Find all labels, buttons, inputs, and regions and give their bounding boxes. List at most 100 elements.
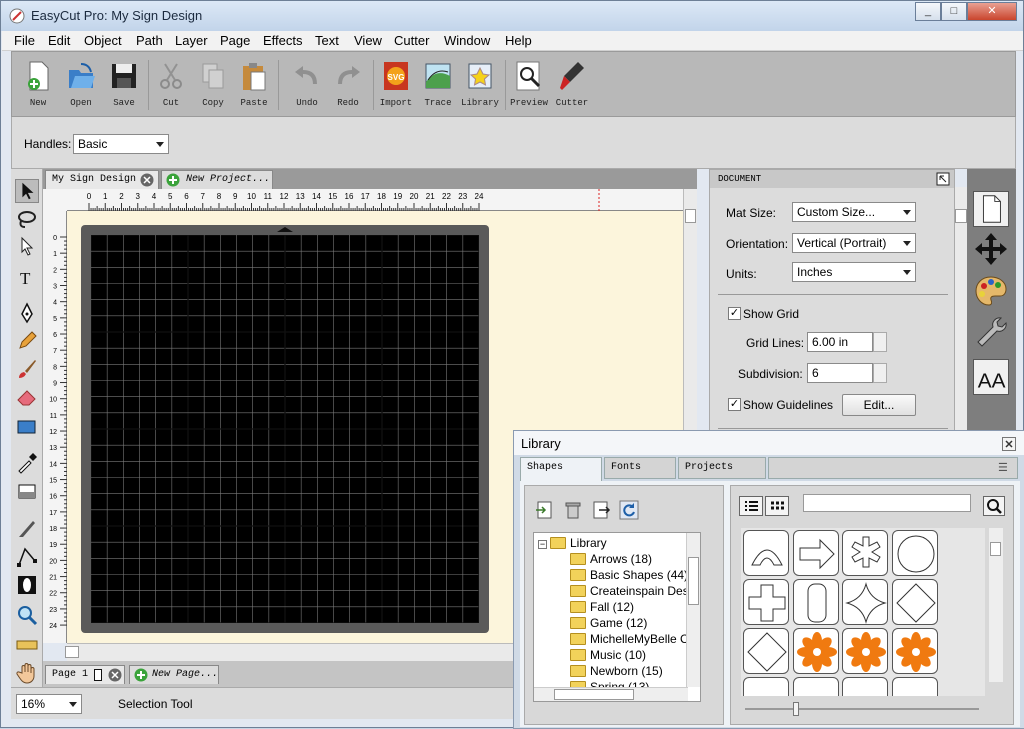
menu-path[interactable]: Path bbox=[136, 33, 163, 48]
close-button[interactable]: ✕ bbox=[967, 2, 1017, 21]
document-panel-scrollbar[interactable] bbox=[955, 187, 967, 435]
zoom-select[interactable]: 16% bbox=[16, 694, 82, 714]
tree-item[interactable]: Game (12) bbox=[570, 615, 647, 631]
scroll-thumb[interactable] bbox=[955, 209, 967, 223]
maximize-button[interactable]: □ bbox=[941, 2, 967, 21]
shape-thumbnail-flower[interactable] bbox=[891, 628, 938, 674]
tree-item[interactable]: Createinspain Desi bbox=[570, 583, 691, 599]
units-select[interactable]: Inches bbox=[792, 262, 916, 282]
shape-thumbnail-asterisk-outline[interactable] bbox=[842, 530, 888, 576]
menu-window[interactable]: Window bbox=[444, 33, 490, 48]
knife-tool-icon[interactable] bbox=[15, 517, 39, 541]
redo-button[interactable]: Redo bbox=[328, 58, 368, 114]
import-to-library-icon[interactable] bbox=[535, 500, 555, 520]
handles-select[interactable]: Basic bbox=[73, 134, 169, 154]
scroll-thumb[interactable] bbox=[990, 542, 1001, 556]
cut-button[interactable]: Cut bbox=[151, 58, 191, 114]
export-icon[interactable] bbox=[591, 500, 611, 520]
shape-thumbnail-rounded-rect[interactable] bbox=[792, 579, 839, 625]
library-button[interactable]: Library bbox=[460, 58, 500, 114]
shape-thumbnail-star4[interactable] bbox=[842, 579, 888, 625]
orientation-select[interactable]: Vertical (Portrait) bbox=[792, 233, 916, 253]
grid-view-icon[interactable] bbox=[765, 496, 789, 516]
shape-thumbnail-arrow-right[interactable] bbox=[792, 530, 839, 576]
menu-page[interactable]: Page bbox=[220, 33, 250, 48]
shape-thumbnail-cross[interactable] bbox=[743, 579, 789, 625]
wrench-icon[interactable] bbox=[973, 315, 1009, 351]
tab-new-page[interactable]: New Page... bbox=[129, 665, 219, 684]
shape-thumbnail-diamond2[interactable] bbox=[743, 628, 789, 674]
shape-thumbnail-diamond[interactable] bbox=[891, 579, 938, 625]
menu-edit[interactable]: Edit bbox=[48, 33, 70, 48]
save-button[interactable]: Save bbox=[104, 58, 144, 114]
lasso-tool-icon[interactable] bbox=[15, 207, 39, 231]
eraser-tool-icon[interactable] bbox=[15, 385, 39, 409]
shape-thumbnail-flower[interactable] bbox=[842, 628, 888, 674]
close-icon[interactable] bbox=[108, 668, 122, 682]
selection-tool-icon[interactable] bbox=[15, 179, 39, 203]
menu-cutter[interactable]: Cutter bbox=[394, 33, 429, 48]
tree-item[interactable]: Basic Shapes (44) bbox=[570, 567, 688, 583]
tab-my-sign-design[interactable]: My Sign Design bbox=[45, 170, 159, 189]
grid-lines-stepper[interactable] bbox=[873, 332, 887, 352]
hand-tool-icon[interactable] bbox=[15, 661, 39, 685]
tree-item[interactable]: Arrows (18) bbox=[570, 551, 652, 567]
slider-thumb[interactable] bbox=[793, 702, 799, 716]
tree-item[interactable]: Music (10) bbox=[570, 647, 646, 663]
search-input[interactable] bbox=[803, 494, 971, 512]
new-button[interactable]: New bbox=[18, 58, 58, 114]
shape-thumbnail[interactable] bbox=[792, 677, 839, 696]
menu-object[interactable]: Object bbox=[84, 33, 122, 48]
palette-icon[interactable] bbox=[973, 273, 1009, 309]
text-aa-icon[interactable]: AA bbox=[973, 359, 1009, 395]
tab-shapes[interactable]: Shapes bbox=[520, 457, 602, 481]
undock-icon[interactable] bbox=[936, 172, 950, 186]
menu-effects[interactable]: Effects bbox=[263, 33, 303, 48]
shape-thumbnail[interactable] bbox=[842, 677, 888, 696]
edit-guidelines-button[interactable]: Edit... bbox=[842, 394, 916, 416]
mat-size-select[interactable]: Custom Size... bbox=[792, 202, 916, 222]
thumbnail-size-slider[interactable] bbox=[745, 702, 979, 716]
trace-button[interactable]: Trace bbox=[418, 58, 458, 114]
grid-lines-input[interactable]: 6.00 in bbox=[807, 332, 873, 352]
delete-icon[interactable] bbox=[563, 500, 583, 520]
tab-fonts[interactable]: Fonts bbox=[604, 457, 676, 479]
tab-new-project[interactable]: New Project... bbox=[161, 170, 273, 189]
show-guidelines-checkbox[interactable]: ✓ bbox=[728, 398, 741, 411]
weld-tool-icon[interactable] bbox=[15, 573, 39, 597]
close-icon[interactable] bbox=[140, 173, 154, 187]
copy-button[interactable]: Copy bbox=[193, 58, 233, 114]
shape-thumbnail-flower[interactable] bbox=[792, 628, 839, 674]
node-edit-icon[interactable] bbox=[15, 545, 39, 569]
subdivision-input[interactable]: 6 bbox=[807, 363, 873, 383]
tab-page-1[interactable]: Page 1 bbox=[45, 665, 125, 684]
undo-button[interactable]: Undo bbox=[287, 58, 327, 114]
tree-item[interactable]: Newborn (15) bbox=[570, 663, 663, 679]
shape-thumbnail-circle[interactable] bbox=[891, 530, 938, 576]
tree-vertical-scrollbar[interactable] bbox=[686, 533, 700, 687]
node-select-icon[interactable] bbox=[15, 235, 39, 259]
brush-tool-icon[interactable] bbox=[15, 357, 39, 381]
open-button[interactable]: Open bbox=[61, 58, 101, 114]
scroll-thumb[interactable] bbox=[65, 646, 79, 658]
zoom-tool-icon[interactable] bbox=[15, 603, 39, 627]
collapse-icon[interactable]: − bbox=[538, 540, 547, 549]
list-view-icon[interactable] bbox=[739, 496, 763, 516]
rectangle-tool-icon[interactable] bbox=[15, 415, 39, 439]
menu-file[interactable]: File bbox=[14, 33, 35, 48]
pen-tool-icon[interactable] bbox=[15, 301, 39, 325]
paste-button[interactable]: Paste bbox=[234, 58, 274, 114]
show-grid-checkbox[interactable]: ✓ bbox=[728, 307, 741, 320]
scroll-thumb[interactable] bbox=[685, 209, 696, 223]
import-button[interactable]: SVG Import bbox=[376, 58, 416, 114]
refresh-icon[interactable] bbox=[619, 500, 639, 520]
tab-projects[interactable]: Projects bbox=[678, 457, 766, 479]
preview-button[interactable]: Preview bbox=[509, 58, 549, 114]
menu-view[interactable]: View bbox=[354, 33, 382, 48]
shape-thumbnail[interactable] bbox=[891, 677, 938, 696]
shape-thumbnail-arch[interactable] bbox=[743, 530, 789, 576]
close-icon[interactable] bbox=[1002, 437, 1016, 451]
cutting-mat[interactable] bbox=[81, 225, 489, 633]
menu-text[interactable]: Text bbox=[315, 33, 339, 48]
shape-thumbnail[interactable] bbox=[743, 677, 789, 696]
